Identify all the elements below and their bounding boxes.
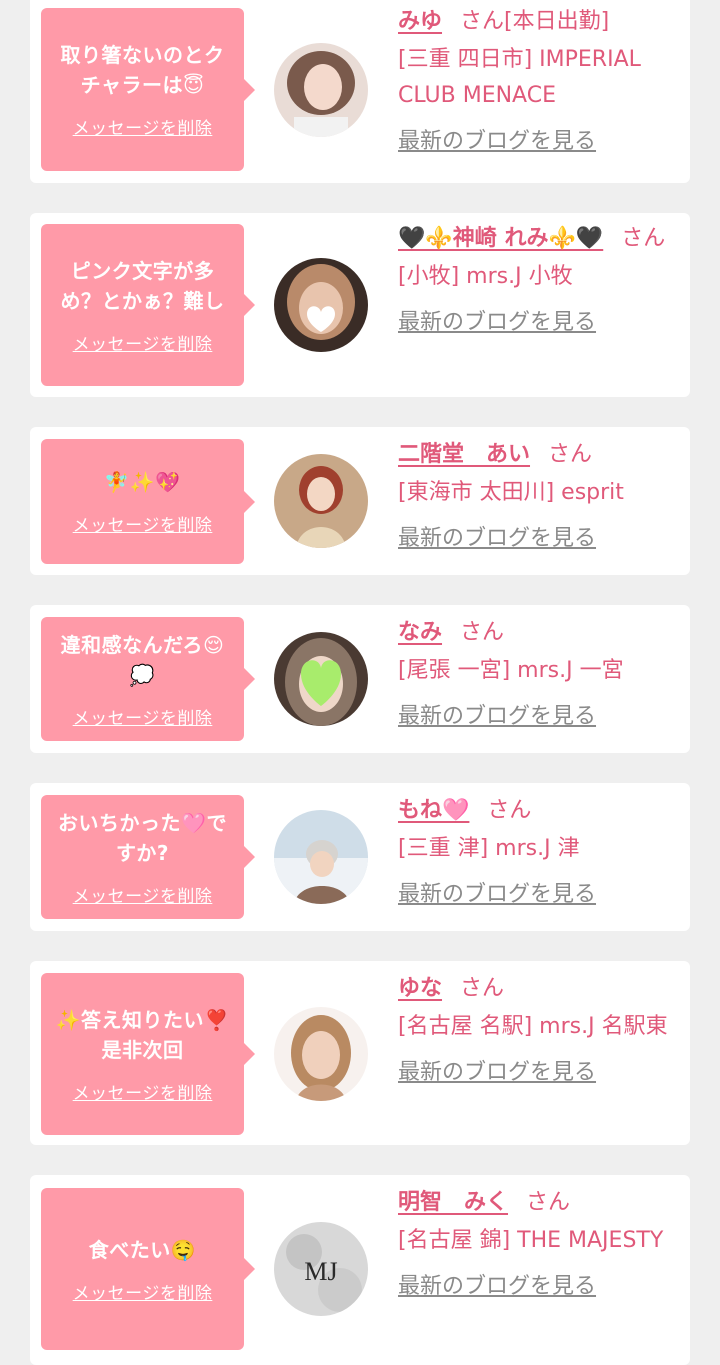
delete-message-link[interactable]: メッセージを削除 — [73, 1079, 213, 1104]
latest-blog-link[interactable]: 最新のブログを見る — [398, 699, 596, 735]
shop-name: [三重 四日市] IMPERIAL CLUB MENACE — [398, 47, 641, 108]
message-text: 取り箸ないのとクチャラーは😇 — [60, 43, 225, 97]
shop-name: [尾張 一宮] mrs.J 一宮 — [398, 658, 624, 683]
cast-name-link[interactable]: なみ — [398, 620, 442, 645]
list-item: おいちかった🩷ですか? メッセージを削除 もね🩷 さん [三重 津] mrs.J … — [30, 783, 690, 931]
message-bubble: 🧚✨💖 メッセージを削除 — [41, 439, 255, 564]
message-bubble: 取り箸ないのとクチャラーは😇 メッセージを削除 — [41, 8, 255, 171]
honorific: さん — [621, 226, 666, 251]
delete-message-link[interactable]: メッセージを削除 — [73, 882, 213, 907]
avatar-logo-text: MJ — [304, 1257, 337, 1286]
cast-name-link[interactable]: 🖤⚜️神崎 れみ⚜️🖤 — [398, 226, 603, 251]
avatar[interactable] — [274, 1007, 368, 1101]
message-text: 🧚✨💖 — [104, 470, 181, 494]
message-text: 食べたい🤤 — [88, 1237, 197, 1262]
delete-message-link[interactable]: メッセージを削除 — [73, 330, 213, 355]
honorific: さん — [487, 798, 532, 823]
cast-name-link[interactable]: みゆ — [398, 9, 442, 34]
avatar[interactable] — [274, 43, 368, 137]
message-bubble: おいちかった🩷ですか? メッセージを削除 — [41, 795, 255, 919]
avatar[interactable] — [274, 454, 368, 548]
avatar[interactable] — [274, 810, 368, 904]
shop-name: [名古屋 名駅] mrs.J 名駅東 — [398, 1014, 668, 1039]
honorific: さん — [460, 976, 505, 1001]
message-text: ピンク文字が多め？とかぁ？難し — [60, 258, 225, 313]
delete-message-link[interactable]: メッセージを削除 — [73, 114, 213, 139]
message-text: ✨答え知りたい❣️是非次回 — [55, 1007, 230, 1062]
list-item: 違和感なんだろ😌💭 メッセージを削除 なみ さん [尾張 一宮] mrs.J 一宮… — [30, 605, 690, 753]
cast-name-link[interactable]: もね🩷 — [398, 798, 469, 823]
delete-message-link[interactable]: メッセージを削除 — [73, 511, 213, 536]
cast-name-link[interactable]: ゆな — [398, 976, 442, 1001]
delete-message-link[interactable]: メッセージを削除 — [73, 704, 213, 729]
latest-blog-link[interactable]: 最新のブログを見る — [398, 124, 596, 160]
favorites-list: 取り箸ないのとクチャラーは😇 メッセージを削除 みゆ さん[本日出勤] [三重 四… — [0, 0, 720, 1365]
avatar[interactable] — [274, 632, 368, 726]
message-text: 違和感なんだろ😌💭 — [60, 632, 225, 687]
honorific: さん — [460, 620, 505, 645]
latest-blog-link[interactable]: 最新のブログを見る — [398, 1055, 596, 1091]
list-item: ✨答え知りたい❣️是非次回 メッセージを削除 ゆな さん [名古屋 名駅] mrs… — [30, 961, 690, 1145]
list-item: 食べたい🤤 メッセージを削除 MJ 明智 みく さん [名古屋 錦] THE MA… — [30, 1175, 690, 1365]
honorific: さん — [526, 1190, 571, 1215]
message-bubble: 食べたい🤤 メッセージを削除 — [41, 1188, 255, 1350]
shop-name: [小牧] mrs.J 小牧 — [398, 264, 573, 289]
latest-blog-link[interactable]: 最新のブログを見る — [398, 521, 596, 557]
shop-name: [名古屋 錦] THE MAJESTY — [398, 1228, 664, 1253]
latest-blog-link[interactable]: 最新のブログを見る — [398, 1269, 596, 1305]
cast-name-link[interactable]: 二階堂 あい — [398, 442, 530, 467]
shop-name: [東海市 太田川] esprit — [398, 480, 624, 505]
message-text: おいちかった🩷ですか? — [58, 810, 227, 865]
message-bubble: 違和感なんだろ😌💭 メッセージを削除 — [41, 617, 255, 741]
delete-message-link[interactable]: メッセージを削除 — [73, 1279, 213, 1304]
shop-name: [三重 津] mrs.J 津 — [398, 836, 580, 861]
latest-blog-link[interactable]: 最新のブログを見る — [398, 305, 596, 341]
honorific: さん — [460, 9, 505, 34]
honorific: さん — [548, 442, 593, 467]
avatar[interactable] — [274, 258, 368, 352]
list-item: ピンク文字が多め？とかぁ？難し メッセージを削除 🖤⚜️神崎 れみ⚜️🖤 さん [… — [30, 213, 690, 397]
latest-blog-link[interactable]: 最新のブログを見る — [398, 877, 596, 913]
avatar[interactable]: MJ — [274, 1222, 368, 1316]
work-status: [本日出勤] — [504, 9, 610, 34]
message-bubble: ピンク文字が多め？とかぁ？難し メッセージを削除 — [41, 224, 255, 386]
cast-name-link[interactable]: 明智 みく — [398, 1190, 508, 1215]
list-item: 🧚✨💖 メッセージを削除 二階堂 あい さん [東海市 太田川] esprit 最… — [30, 427, 690, 575]
message-bubble: ✨答え知りたい❣️是非次回 メッセージを削除 — [41, 973, 255, 1135]
list-item: 取り箸ないのとクチャラーは😇 メッセージを削除 みゆ さん[本日出勤] [三重 四… — [30, 0, 690, 183]
